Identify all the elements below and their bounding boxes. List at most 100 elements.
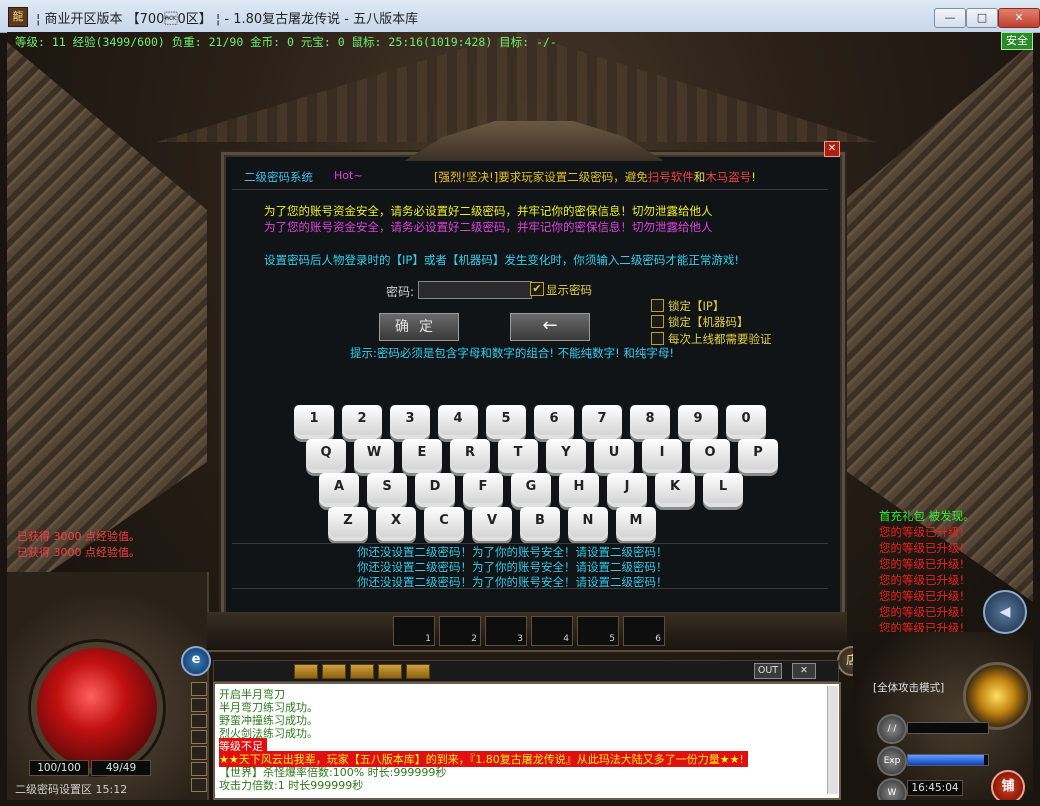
stall-button[interactable]: 铺: [991, 770, 1025, 800]
speaker-icon[interactable]: ◀: [983, 590, 1027, 634]
key-b[interactable]: B: [520, 507, 560, 541]
hotkey-slot[interactable]: 4: [531, 616, 573, 646]
stat-bar-2: [907, 754, 989, 766]
key-k[interactable]: K: [655, 473, 695, 507]
key-u[interactable]: U: [594, 439, 634, 473]
key-z[interactable]: Z: [328, 507, 368, 541]
key-j[interactable]: J: [607, 473, 647, 507]
chat-out-button[interactable]: OUT: [754, 663, 782, 679]
chat-lines: 开启半月弯刀 半月弯刀练习成功。 野蛮冲撞练习成功。 烈火剑法练习成功。 等级不足 ★★天…: [215, 684, 825, 794]
key-3[interactable]: 3: [390, 405, 430, 439]
map-name: 二级密码设置区 15:12: [15, 783, 128, 796]
key-t[interactable]: T: [498, 439, 538, 473]
chat-channel-button[interactable]: [378, 664, 402, 679]
hotkey-slot[interactable]: 1: [393, 616, 435, 646]
exp-message: 已获得 3000 点经验值。: [17, 546, 140, 559]
side-icon[interactable]: [191, 746, 207, 760]
maximize-button[interactable]: □: [966, 8, 998, 28]
chat-channel-button[interactable]: [322, 664, 346, 679]
levelup-message: 您的等级已升级!: [879, 525, 965, 539]
key-6[interactable]: 6: [534, 405, 574, 439]
stat-bar-1: [907, 722, 989, 734]
key-h[interactable]: H: [559, 473, 599, 507]
key-4[interactable]: 4: [438, 405, 478, 439]
key-d[interactable]: D: [415, 473, 455, 507]
window-title: ¦ 商业开区版本 【7000区】 ¦ - 1.80复古屠龙传说 - 五八版本库: [36, 12, 419, 27]
key-5[interactable]: 5: [486, 405, 526, 439]
key-c[interactable]: C: [424, 507, 464, 541]
key-p[interactable]: P: [738, 439, 778, 473]
game-viewport[interactable]: 等级: 11 经验(3499/600) 负重: 21/90 金币: 0 元宝: …: [7, 32, 1033, 800]
hud-right-panel: ◀ [全体攻击模式] / / Exp W 16:45:04 铺: [853, 590, 1033, 800]
side-icon[interactable]: [191, 730, 207, 744]
side-icon[interactable]: [191, 714, 207, 728]
chat-line: 攻击力倍数:1 时长999999秒: [219, 779, 364, 792]
chat-close-button[interactable]: ✕: [792, 663, 816, 679]
key-v[interactable]: V: [472, 507, 512, 541]
key-2[interactable]: 2: [342, 405, 382, 439]
hotkey-bar: 1 2 3 4 5 6: [207, 612, 847, 652]
chat-channel-button[interactable]: [406, 664, 430, 679]
key-m[interactable]: M: [616, 507, 656, 541]
attack-mode[interactable]: [全体攻击模式]: [873, 680, 973, 694]
chat-log[interactable]: 开启半月弯刀 半月弯刀练习成功。 野蛮冲撞练习成功。 烈火剑法练习成功。 等级不足 ★★天…: [213, 682, 841, 800]
side-icon[interactable]: [191, 698, 207, 712]
key-e[interactable]: E: [402, 439, 442, 473]
key-r[interactable]: R: [450, 439, 490, 473]
key-i[interactable]: I: [642, 439, 682, 473]
chat-channel-button[interactable]: [350, 664, 374, 679]
key-9[interactable]: 9: [678, 405, 718, 439]
hud-left-panel: 100/100 49/49 二级密码设置区 15:12: [7, 572, 209, 800]
key-s[interactable]: S: [367, 473, 407, 507]
close-window-button[interactable]: ✕: [998, 8, 1040, 28]
virtual-keyboard: 1234567890 QWERTYUIOP ASDFGHJKL ZXCVBNM: [224, 155, 842, 555]
hp-value: 100/100: [29, 760, 89, 776]
key-q[interactable]: Q: [306, 439, 346, 473]
day-night-orb: [963, 662, 1031, 730]
key-w[interactable]: W: [354, 439, 394, 473]
hotkey-slot[interactable]: 2: [439, 616, 481, 646]
app-icon: 龍: [8, 7, 28, 27]
key-1[interactable]: 1: [294, 405, 334, 439]
scene-wall-left: [7, 42, 207, 602]
first-charge-message: 首充礼包 被发现。: [879, 509, 975, 523]
key-a[interactable]: A: [319, 473, 359, 507]
game-clock: 16:45:04: [907, 780, 963, 796]
key-x[interactable]: X: [376, 507, 416, 541]
key-f[interactable]: F: [463, 473, 503, 507]
chat-channel-button[interactable]: [294, 664, 318, 679]
hotkey-slot[interactable]: 3: [485, 616, 527, 646]
minimize-button[interactable]: —: [934, 8, 966, 28]
exp-message: 已获得 3000 点经验值。: [17, 530, 140, 543]
weight-icon: W: [877, 778, 907, 800]
hotkey-slot[interactable]: 5: [577, 616, 619, 646]
key-8[interactable]: 8: [630, 405, 670, 439]
side-icon[interactable]: [191, 778, 207, 792]
hotkey-number: 6: [655, 634, 661, 644]
e-menu-button[interactable]: e: [181, 646, 211, 676]
levelup-message: 您的等级已升级!: [879, 557, 965, 571]
bottom-hud: 100/100 49/49 二级密码设置区 15:12 1 2 3 4 5 6 …: [7, 572, 1033, 800]
safe-zone-badge: 安全: [1001, 32, 1033, 50]
mp-value: 49/49: [91, 760, 151, 776]
levelup-message: 您的等级已升级!: [879, 541, 965, 555]
hotkey-number: 1: [425, 634, 431, 644]
key-0[interactable]: 0: [726, 405, 766, 439]
key-n[interactable]: N: [568, 507, 608, 541]
hotkey-number: 5: [609, 634, 615, 644]
hp-orb: [31, 642, 163, 774]
key-l[interactable]: L: [703, 473, 743, 507]
key-g[interactable]: G: [511, 473, 551, 507]
side-icon[interactable]: [191, 762, 207, 776]
scroll-message: 你还没设置二级密码！为了你的账号安全！请设置二级密码！: [357, 545, 668, 559]
bar-icon: / /: [877, 714, 907, 744]
hotkey-number: 2: [471, 634, 477, 644]
key-y[interactable]: Y: [546, 439, 586, 473]
hotkey-slot[interactable]: 6: [623, 616, 665, 646]
key-7[interactable]: 7: [582, 405, 622, 439]
exp-icon: Exp: [877, 746, 907, 776]
chat-scrollbar[interactable]: [827, 686, 838, 794]
player-status-line: 等级: 11 经验(3499/600) 负重: 21/90 金币: 0 元宝: …: [15, 35, 557, 49]
side-icon[interactable]: [191, 682, 207, 696]
key-o[interactable]: O: [690, 439, 730, 473]
